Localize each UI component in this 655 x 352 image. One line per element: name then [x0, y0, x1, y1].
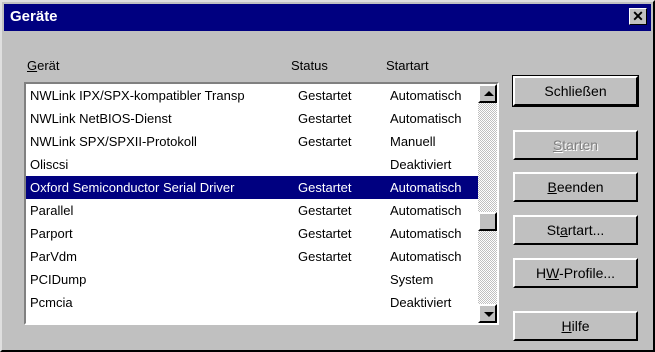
arrow-down-icon — [484, 312, 494, 317]
device-startart: Deaktiviert — [390, 157, 452, 172]
device-startart: Automatisch — [390, 111, 462, 126]
device-status: Gestartet — [298, 249, 352, 264]
column-header-device-mnemonic: G — [27, 58, 38, 73]
help-button-label: ilfe — [571, 318, 590, 334]
list-item[interactable]: NWLink IPX/SPX-kompatibler Transp Gestart… — [26, 84, 480, 107]
device-status: Gestartet — [298, 180, 352, 195]
startart-button-label: rtart... — [567, 222, 605, 238]
stop-button[interactable]: Beenden — [513, 172, 638, 202]
device-startart: System — [390, 272, 434, 287]
list-item[interactable]: NWLink SPX/SPXII-Protokoll Gestartet Manue… — [26, 130, 480, 153]
device-startart: Automatisch — [390, 226, 462, 241]
startart-button[interactable]: Startart... — [513, 215, 638, 245]
window-title: Geräte — [10, 8, 58, 25]
title-bar[interactable]: Geräte ✕ — [4, 4, 651, 31]
hw-profiles-button-mnemonic: W — [546, 265, 560, 281]
startart-button-mnemonic: a — [559, 222, 568, 238]
device-rows: NWLink IPX/SPX-kompatibler Transp Gestart… — [26, 84, 480, 314]
column-header-device-rest: erät — [37, 58, 60, 73]
device-name: Oliscsi — [30, 157, 69, 172]
device-startart: Manuell — [390, 134, 436, 149]
list-item[interactable]: ParVdm Gestartet Automatisch — [26, 245, 480, 268]
device-status: Gestartet — [298, 226, 352, 241]
device-startart: Automatisch — [390, 180, 462, 195]
start-button[interactable]: Starten — [513, 130, 638, 160]
list-item-selected[interactable]: Oxford Semiconductor Serial Driver Gestar… — [26, 176, 480, 199]
device-list[interactable]: NWLink IPX/SPX-kompatibler Transp Gestart… — [24, 82, 499, 325]
device-startart: Automatisch — [390, 249, 462, 264]
help-button-mnemonic: H — [561, 318, 572, 334]
scrollbar-thumb[interactable] — [478, 212, 497, 231]
device-name: Parallel — [30, 203, 74, 218]
list-item[interactable]: Parallel Gestartet Automatisch — [26, 199, 480, 222]
scroll-up-button[interactable] — [478, 84, 497, 103]
column-header-status: Status — [291, 58, 328, 73]
device-status: Gestartet — [298, 88, 352, 103]
close-icon[interactable]: ✕ — [629, 8, 647, 25]
list-item[interactable]: Parport Gestartet Automatisch — [26, 222, 480, 245]
stop-button-mnemonic: B — [547, 179, 557, 195]
device-startart: Deaktiviert — [390, 295, 452, 310]
arrow-up-icon — [484, 91, 494, 96]
device-name: Oxford Semiconductor Serial Driver — [30, 180, 235, 195]
device-name: Parport — [30, 226, 73, 241]
list-item[interactable]: NWLink NetBIOS-Dienst Gestartet Automatisc… — [26, 107, 480, 130]
list-item[interactable]: PCIDump System — [26, 268, 480, 291]
device-name: NWLink IPX/SPX-kompatibler Transp — [30, 88, 245, 103]
scroll-down-button[interactable] — [478, 304, 497, 323]
hw-profiles-button-label: -Profile... — [559, 265, 616, 281]
device-status: Gestartet — [298, 111, 352, 126]
list-item[interactable]: Pcmcia Deaktiviert — [26, 291, 480, 314]
device-startart: Automatisch — [390, 203, 462, 218]
hw-profiles-button[interactable]: HW-Profile... — [513, 258, 638, 288]
startart-button-prefix: St — [546, 222, 560, 238]
device-status: Gestartet — [298, 203, 352, 218]
start-button-mnemonic: S — [552, 137, 563, 153]
hw-profiles-button-prefix: H — [535, 265, 547, 281]
vertical-scrollbar[interactable] — [478, 84, 497, 323]
device-name: PCIDump — [30, 272, 87, 287]
close-button[interactable]: Schließen — [512, 75, 639, 107]
list-item[interactable]: Oliscsi Deaktiviert — [26, 153, 480, 176]
column-header-startart: Startart — [386, 58, 429, 73]
devices-dialog: Geräte ✕ Gerät Status Startart NWLink IP… — [0, 0, 655, 352]
device-name: Pcmcia — [30, 295, 73, 310]
device-status: Gestartet — [298, 134, 352, 149]
device-name: ParVdm — [30, 249, 77, 264]
device-name: NWLink NetBIOS-Dienst — [30, 111, 172, 126]
device-name: NWLink SPX/SPXII-Protokoll — [30, 134, 197, 149]
help-button[interactable]: Hilfe — [513, 311, 638, 341]
stop-button-label: eenden — [556, 179, 604, 195]
column-header-device: Gerät — [27, 58, 60, 73]
device-startart: Automatisch — [390, 88, 462, 103]
start-button-label: tarten — [562, 137, 599, 153]
